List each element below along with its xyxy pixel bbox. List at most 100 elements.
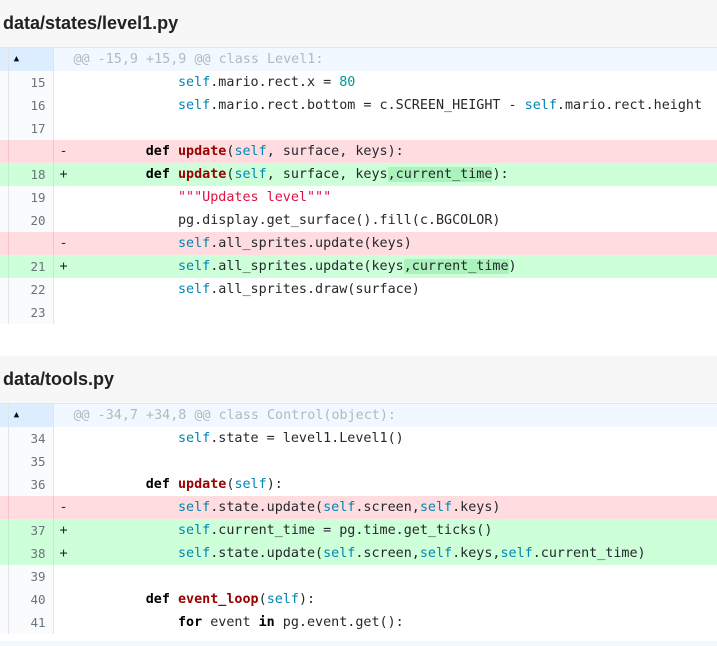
old-line-number[interactable] — [0, 278, 9, 301]
code-token: .keys, — [452, 546, 501, 561]
new-line-number[interactable]: 23 — [8, 301, 54, 324]
old-line-number[interactable] — [0, 94, 9, 117]
code-token: update — [178, 167, 227, 182]
expand-up-icon[interactable]: ▲ — [9, 52, 25, 66]
new-line-number[interactable]: 16 — [8, 94, 54, 117]
expand-gutter[interactable] — [0, 48, 9, 71]
code-line: - def update(self, surface, keys): — [53, 140, 717, 163]
old-line-number[interactable] — [0, 186, 9, 209]
context-line: 39 — [0, 565, 717, 588]
new-line-number[interactable]: 20 — [8, 209, 54, 232]
code-line: def update(self): — [53, 473, 717, 496]
new-line-number[interactable]: 18 — [8, 163, 54, 186]
code-token: self — [178, 523, 211, 538]
code-token: self — [178, 546, 211, 561]
new-line-number[interactable] — [8, 232, 54, 255]
old-line-number[interactable] — [0, 565, 9, 588]
new-line-number[interactable]: 36 — [8, 473, 54, 496]
code-token: 80 — [339, 75, 356, 90]
old-line-number[interactable] — [0, 117, 9, 140]
code-token: .state.update( — [210, 500, 324, 515]
code-token: .state.update( — [210, 546, 324, 561]
old-line-number[interactable] — [0, 473, 9, 496]
hunk-header: @@ -15,9 +15,9 @@ class Level1: — [53, 48, 717, 71]
expand-up-icon[interactable]: ▲ — [9, 408, 25, 422]
code-token: in — [258, 615, 275, 630]
code-token: self — [419, 500, 453, 515]
expand-gutter[interactable] — [0, 404, 9, 427]
code-token: event_loop — [178, 592, 259, 607]
old-line-number[interactable] — [0, 301, 9, 324]
diff-sign: + — [59, 167, 68, 182]
old-line-number[interactable] — [0, 519, 9, 542]
new-line-number[interactable]: 22 — [8, 278, 54, 301]
changed-token: ,current_time — [387, 167, 493, 182]
old-line-number[interactable] — [0, 588, 9, 611]
new-line-number[interactable]: 21 — [8, 255, 54, 278]
code-token: self — [178, 75, 211, 90]
new-line-number[interactable]: 35 — [8, 450, 54, 473]
new-line-number[interactable] — [8, 496, 54, 519]
code-line: pg.display.get_surface().fill(c.BGCOLOR) — [53, 209, 717, 232]
new-line-number[interactable]: 39 — [8, 565, 54, 588]
new-line-number[interactable]: 41 — [8, 611, 54, 634]
new-line-number[interactable]: 38 — [8, 542, 54, 565]
new-line-number[interactable] — [8, 140, 54, 163]
old-line-number[interactable] — [0, 209, 9, 232]
old-line-number[interactable] — [0, 427, 9, 450]
old-line-number[interactable] — [0, 542, 9, 565]
code-token: """Updates level""" — [178, 190, 332, 205]
new-line-number[interactable]: 15 — [8, 71, 54, 94]
new-line-number[interactable]: 40 — [8, 588, 54, 611]
code-token: self — [500, 546, 533, 561]
code-token: self — [178, 236, 211, 251]
added-line: 18 + def update(self, surface, keys,curre… — [0, 163, 717, 186]
old-line-number[interactable] — [0, 140, 9, 163]
old-line-number[interactable] — [0, 496, 9, 519]
expand-up-button[interactable]: ▲ — [8, 404, 54, 427]
code-token: update — [178, 477, 227, 492]
old-line-number[interactable] — [0, 163, 9, 186]
diff-sign: + — [59, 523, 68, 538]
code-token: self — [524, 98, 557, 113]
old-line-number[interactable] — [0, 232, 9, 255]
code-line: self.all_sprites.draw(surface) — [53, 278, 717, 301]
old-line-number[interactable] — [0, 255, 9, 278]
code-line: self.mario.rect.x = 80 — [53, 71, 717, 94]
code-token: pg.event.get(): — [274, 615, 404, 630]
file-path-header[interactable]: data/tools.py — [0, 356, 717, 404]
diff-file-tools: data/tools.py ▲ @@ -34,7 +34,8 @@ class C… — [0, 356, 717, 634]
old-line-number[interactable] — [0, 71, 9, 94]
diff-sign: - — [59, 236, 68, 251]
code-token: .mario.rect.x = — [210, 75, 340, 90]
hunk-header-row: ▲ @@ -34,7 +34,8 @@ class Control(object)… — [0, 404, 717, 427]
new-line-number[interactable]: 19 — [8, 186, 54, 209]
code-line: for event in pg.event.get(): — [53, 611, 717, 634]
context-line: 23 — [0, 301, 717, 324]
new-line-number[interactable]: 34 — [8, 427, 54, 450]
expand-up-button[interactable]: ▲ — [8, 48, 54, 71]
file-path-header[interactable]: data/states/level1.py — [0, 0, 717, 48]
code-line: self.state = level1.Level1() — [53, 427, 717, 450]
expand-bar[interactable] — [0, 641, 717, 646]
old-line-number[interactable] — [0, 450, 9, 473]
diff-file-level1: data/states/level1.py ▲ @@ -15,9 +15,9 @@… — [0, 0, 717, 324]
new-line-number[interactable]: 37 — [8, 519, 54, 542]
code-token: .all_sprites.update(keys) — [210, 236, 412, 251]
code-token: ) — [508, 259, 517, 274]
code-token: .screen, — [355, 546, 420, 561]
old-line-number[interactable] — [0, 611, 9, 634]
diff-sign: + — [59, 546, 68, 561]
new-line-number[interactable]: 17 — [8, 117, 54, 140]
deleted-line: - def update(self, surface, keys): — [0, 140, 717, 163]
diff-sign: + — [59, 259, 68, 274]
